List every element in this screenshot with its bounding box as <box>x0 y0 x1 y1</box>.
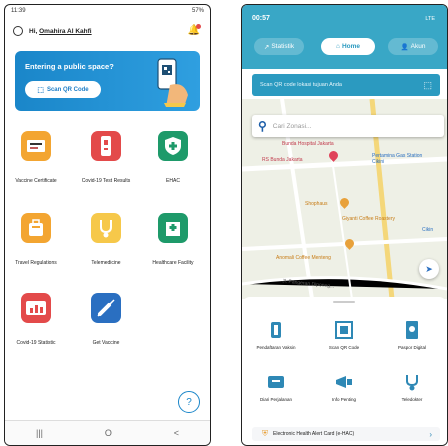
map-label-hospital: Bunda Hospital Jakarta <box>282 141 334 147</box>
map-label-cikini: Cikin <box>422 227 434 233</box>
status-time: 00:57 <box>252 15 270 22</box>
healthcare-facility-tile[interactable] <box>158 213 188 243</box>
covid-statistic-label: Covid-19 Statistic <box>16 340 56 346</box>
qr-scan-icon: ⬚ <box>37 86 44 94</box>
my-location-icon[interactable]: ➤ <box>419 259 439 279</box>
important-info-label: Info Penting <box>331 397 357 402</box>
public-space-banner: Entering a public space? ⬚ Scan QR Code <box>15 51 200 111</box>
luggage-icon <box>29 219 43 236</box>
greeting-label: Hi, Omahira Al Kahfi <box>29 28 92 35</box>
user-name-link[interactable]: Omahira Al Kahfi <box>39 28 92 35</box>
app-header <box>242 5 447 69</box>
scan-qr-code-icon[interactable] <box>331 319 357 341</box>
shield-icon <box>165 137 181 155</box>
telemedicine-tile[interactable] <box>91 213 121 243</box>
map-label-anomali: Anomali Coffee Menteng <box>276 255 331 261</box>
back-button[interactable]: < <box>174 428 179 438</box>
test-kit-icon <box>101 136 111 156</box>
vaccine-certificate-label: Vaccine Certificate <box>15 178 57 184</box>
home-button[interactable]: O <box>105 428 112 438</box>
status-time: 11:39 <box>11 8 26 14</box>
travel-diary-icon[interactable] <box>263 371 289 393</box>
right-phone-screen: 00:57 LTE ↗ Statistik ⌂ Home 👤 Akun Scan… <box>241 4 448 446</box>
profile-icon[interactable] <box>13 26 23 36</box>
certificate-icon <box>27 140 45 152</box>
hand-phone-illustration <box>157 58 188 107</box>
statistic-chart-icon <box>26 301 46 315</box>
recent-apps-button[interactable]: ||| <box>36 428 43 438</box>
ehac-card-row[interactable]: ⛨ Electronic Health Alert Card (e-HAC) › <box>252 427 440 441</box>
greeting-text: Hi, <box>29 28 38 35</box>
scan-qr-bar-text: Scan QR code lokasi tujuan Anda <box>260 82 342 88</box>
ehac-label: EHAC <box>166 178 180 184</box>
status-network: LTE <box>425 16 435 22</box>
scan-qr-code-label: Scan QR Code <box>46 86 89 93</box>
tab-akun[interactable]: 👤 Akun <box>388 38 438 55</box>
zone-search-input[interactable]: ⚲ Cari Zonasi... <box>252 115 444 137</box>
scan-qr-bar[interactable]: Scan QR code lokasi tujuan Anda ⬚ <box>252 74 440 96</box>
map-label-pertamina: Pertamina Gas Station Cikini <box>372 153 423 165</box>
zone-map[interactable]: ⚲ Cari Zonasi... Bunda Hospital Jakarta … <box>242 99 447 299</box>
stethoscope-icon <box>100 220 112 238</box>
help-icon[interactable]: ? <box>178 391 200 413</box>
ehac-tile[interactable] <box>158 131 188 161</box>
travel-diary-label: Diari Perjalanan <box>259 397 293 402</box>
syringe-icon <box>97 299 115 317</box>
tab-statistik-label: Statistik <box>271 43 295 50</box>
vaccine-certificate-tile[interactable] <box>21 131 51 161</box>
search-icon: ⚲ <box>258 119 267 133</box>
tab-home-label: Home <box>341 43 360 50</box>
digital-passport-icon[interactable] <box>399 319 425 341</box>
travel-regulations-tile[interactable] <box>21 213 51 243</box>
android-nav-bar: ||| O < <box>5 420 210 445</box>
telemedicine-label: Telemedicine <box>91 260 121 266</box>
user-icon: 👤 <box>400 43 409 51</box>
menu-sheet: Pendaftaran Vaksin Scan QR Code Paspor D… <box>242 297 447 445</box>
map-label-shophaus: Shophaus <box>305 201 328 207</box>
left-phone-screen: 11:39 57% Hi, Omahira Al Kahfi 🔔 Enterin… <box>4 4 211 446</box>
vaccine-registration-label: Pendaftaran Vaksin <box>256 345 296 350</box>
ehac-card-label: Electronic Health Alert Card (e-HAC) <box>273 431 355 437</box>
chart-icon: ↗ <box>263 43 270 51</box>
get-vaccine-tile[interactable] <box>91 293 121 323</box>
ehac-shield-icon: ⛨ <box>262 429 268 438</box>
sheet-handle[interactable] <box>333 301 355 303</box>
covid-test-results-tile[interactable] <box>91 131 121 161</box>
get-vaccine-label: Get Vaccine <box>92 340 120 346</box>
travel-regulations-label: Travel Regulations <box>15 260 57 266</box>
banner-title: Entering a public space? <box>25 62 114 71</box>
healthcare-facility-label: Healthcare Facility <box>152 260 194 266</box>
chevron-right-icon: › <box>429 429 432 439</box>
home-icon: ⌂ <box>336 43 340 50</box>
teledoctor-label: Teledokter <box>401 397 423 402</box>
digital-passport-label: Paspor Digital <box>397 345 426 350</box>
tab-home[interactable]: ⌂ Home <box>321 38 375 55</box>
covid-test-results-label: Covid-19 Test Results <box>81 178 131 184</box>
scan-qr-code-button[interactable]: ⬚ Scan QR Code <box>25 81 101 98</box>
tab-akun-label: Akun <box>410 43 426 50</box>
search-placeholder: Cari Zonasi... <box>272 122 312 130</box>
vaccine-registration-icon[interactable] <box>263 319 289 341</box>
status-battery: 57% <box>191 8 204 14</box>
tab-statistik[interactable]: ↗ Statistik <box>254 38 304 55</box>
important-info-icon[interactable] <box>331 371 357 393</box>
teledoctor-icon[interactable] <box>399 371 425 393</box>
covid-statistic-tile[interactable] <box>21 293 51 323</box>
map-label-giyanti: Giyanti Coffee Roastery <box>342 216 395 222</box>
map-label-rs-bunda: RS Bunda Jakarta <box>262 157 303 163</box>
notification-badge <box>196 24 201 29</box>
qr-scan-icon: ⬚ <box>423 79 432 90</box>
scan-qr-code-menu-label: Scan QR Code <box>328 345 360 350</box>
hospital-building-icon <box>166 222 180 236</box>
